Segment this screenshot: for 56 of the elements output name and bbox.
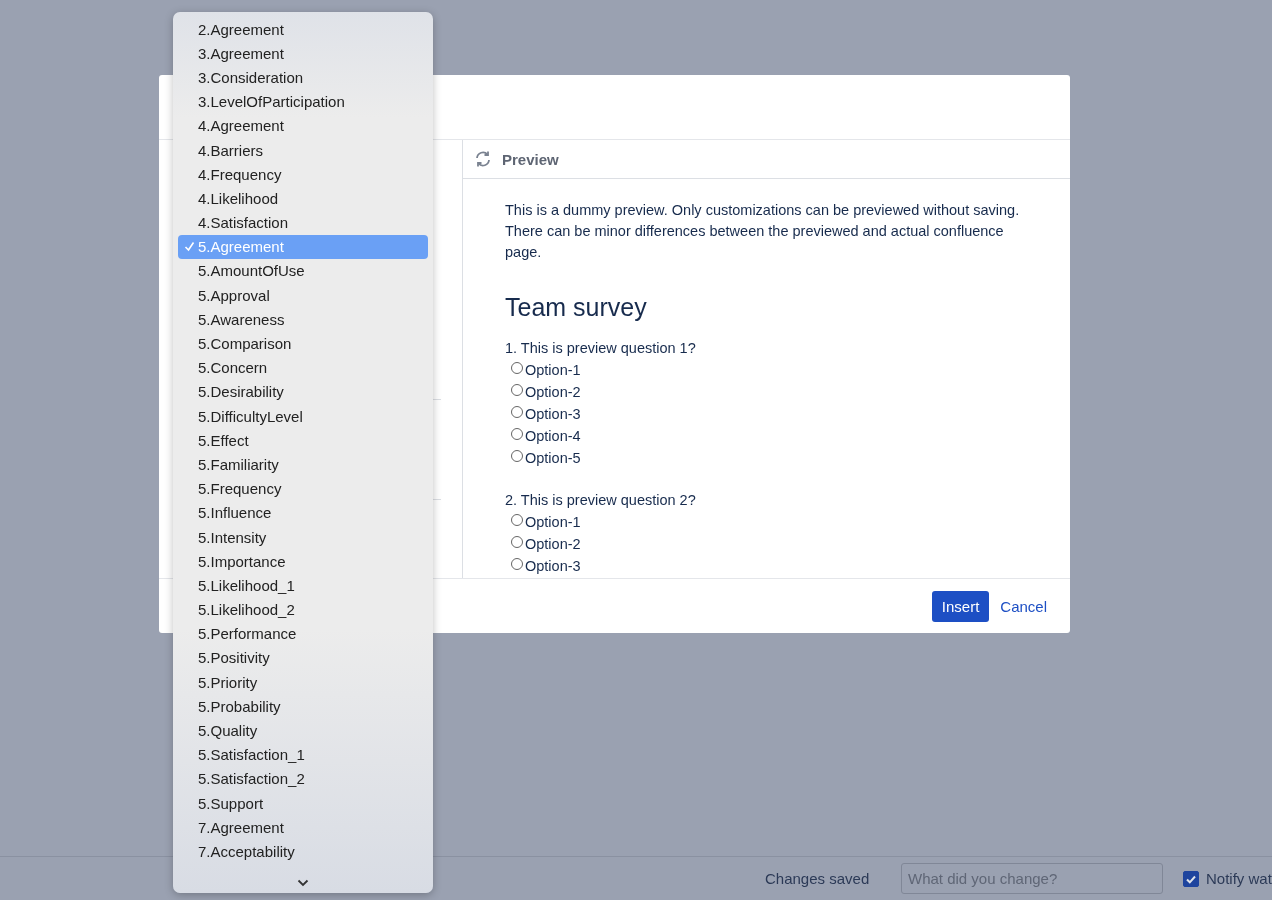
question-text: 2. This is preview question 2?: [505, 491, 697, 510]
dropdown-option[interactable]: 5.DifficultyLevel: [178, 404, 428, 429]
dropdown-option[interactable]: 3.Agreement: [178, 41, 428, 66]
option-label: Option-2: [525, 536, 581, 552]
dropdown-option[interactable]: 5.AmountOfUse: [178, 258, 428, 284]
question-text: 1. This is preview question 1?: [505, 339, 697, 358]
dropdown-option[interactable]: 5.Approval: [178, 283, 428, 308]
dropdown-option[interactable]: 5.Quality: [178, 718, 428, 743]
dropdown-option[interactable]: 5.Effect: [178, 428, 428, 453]
dropdown-option[interactable]: 4.Satisfaction: [178, 210, 428, 235]
dropdown-option[interactable]: 5.Familiarity: [178, 452, 428, 477]
option-label: Option-5: [525, 450, 581, 466]
option-label: Option-3: [525, 406, 581, 422]
dropdown-option[interactable]: 5.Satisfaction_1: [178, 742, 428, 767]
dropdown-option[interactable]: 5.Comparison: [178, 331, 428, 356]
preview-title: Preview: [502, 150, 559, 168]
dropdown-option[interactable]: 3.Consideration: [178, 65, 428, 90]
dropdown-option[interactable]: 5.Concern: [178, 355, 428, 380]
dropdown-option[interactable]: 4.Agreement: [178, 113, 428, 138]
option-label: Option-1: [525, 514, 581, 530]
preview-notice: This is a dummy preview. Only customizations can be previewed without saving. There can be minor differences between the previewed and actual confluence page.: [505, 201, 1021, 262]
dropdown-option[interactable]: 5.Awareness: [178, 307, 428, 332]
dropdown-option[interactable]: 5.Influence: [178, 500, 428, 525]
dropdown-option[interactable]: 5.Probability: [178, 694, 428, 719]
dropdown-option[interactable]: 5.Likelihood_1: [178, 573, 428, 598]
dropdown-option[interactable]: 4.Likelihood: [178, 186, 428, 211]
survey-title: Team survey: [505, 292, 648, 323]
dropdown-option[interactable]: 5.Frequency: [178, 476, 428, 501]
notify-label: Notify wat: [1206, 870, 1272, 887]
option-label: Option-4: [525, 428, 581, 444]
dropdown-option[interactable]: 5.Support: [178, 791, 428, 816]
option-label: Option-2: [525, 384, 581, 400]
insert-button[interactable]: Insert: [931, 590, 990, 622]
dropdown-option[interactable]: 4.Frequency: [178, 162, 428, 187]
notify-checkbox[interactable]: [1183, 870, 1199, 887]
dropdown-option[interactable]: 5.Priority: [178, 670, 428, 695]
comment-field[interactable]: What did you change?: [901, 863, 1163, 894]
cancel-link[interactable]: Cancel: [999, 597, 1048, 615]
chevron-down-icon: [297, 878, 309, 887]
dropdown-option[interactable]: 2.Agreement: [178, 17, 428, 42]
dropdown-option[interactable]: 5.Performance: [178, 621, 428, 646]
dropdown-option[interactable]: 5.Intensity: [178, 524, 428, 550]
save-status: Changes saved: [765, 870, 871, 887]
check-icon: [184, 241, 195, 253]
dropdown-option[interactable]: 5.Likelihood_2: [178, 597, 428, 622]
dropdown-option[interactable]: 5.Desirability: [178, 379, 428, 404]
dropdown-option[interactable]: 5.Importance: [178, 549, 428, 574]
option-label: Option-3: [525, 558, 581, 574]
dropdown-option[interactable]: 5.Satisfaction_2: [178, 766, 428, 791]
dropdown-option[interactable]: 4.Barriers: [178, 137, 428, 163]
option-label: Option-1: [525, 362, 581, 378]
dropdown-option[interactable]: 7.Acceptability: [178, 839, 428, 864]
dropdown-option[interactable]: 3.LevelOfParticipation: [178, 89, 428, 114]
dropdown-option[interactable]: 5.Positivity: [178, 645, 428, 671]
dropdown-option[interactable]: 7.Agreement: [178, 815, 428, 840]
refresh-icon: [474, 150, 492, 168]
